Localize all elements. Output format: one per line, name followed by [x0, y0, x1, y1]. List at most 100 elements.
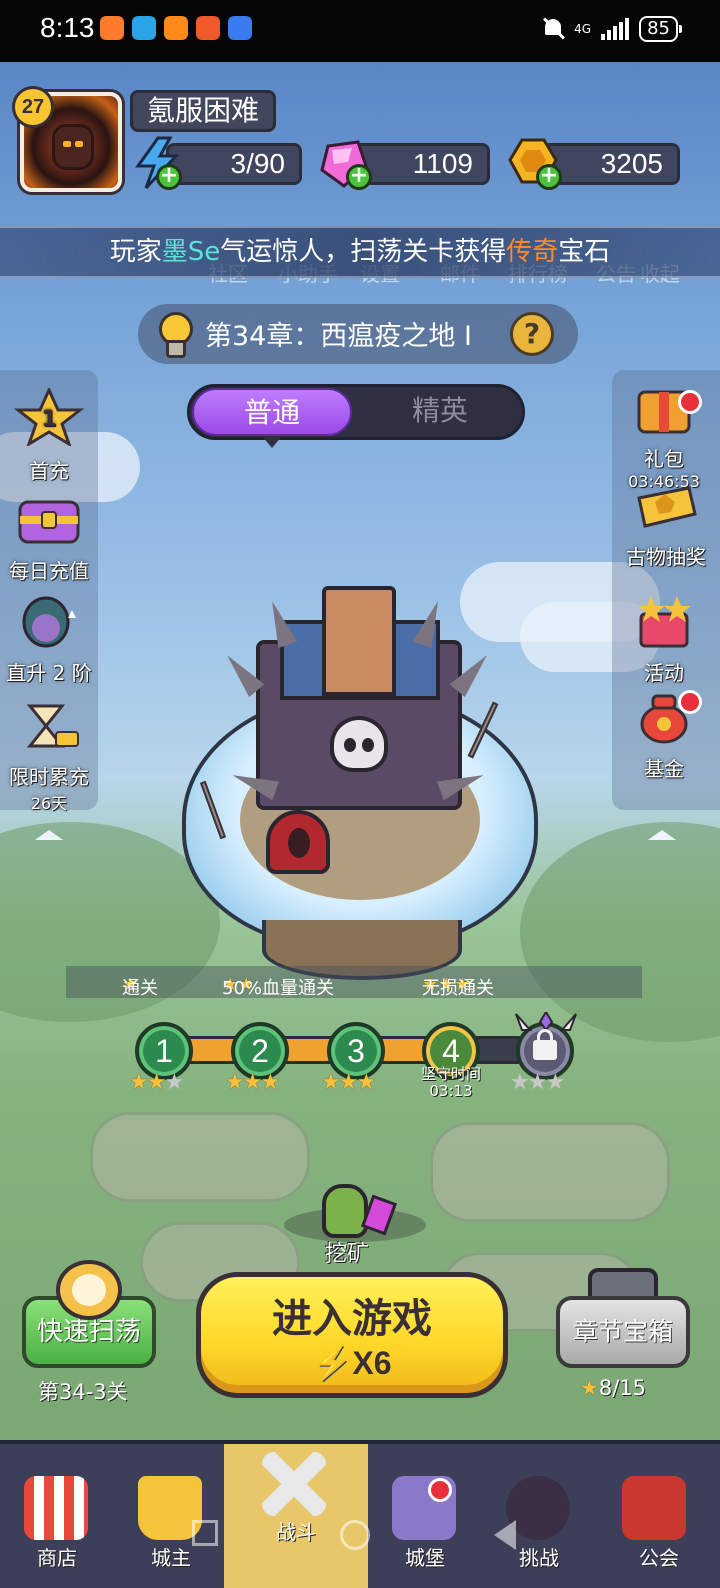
hero-portrait-icon — [22, 596, 76, 648]
player-name[interactable]: 氪服困难 — [130, 90, 277, 132]
guard-time: 03:13 — [429, 1082, 473, 1100]
guard-timer: 坚守时间 03:13 — [410, 1066, 492, 1100]
alarm-clock-icon — [56, 1260, 122, 1320]
daily-recharge-button[interactable]: 每日充值 — [2, 496, 96, 584]
broadcast-middle: 气运惊人，扫荡关卡获得 — [220, 237, 507, 267]
nav-guild-label: 公会 — [639, 1546, 679, 1570]
guild-banner-icon — [622, 1476, 686, 1540]
energy-counter: 3/90 — [166, 143, 302, 185]
back-icon[interactable] — [494, 1520, 516, 1550]
stone-tile — [430, 1122, 670, 1222]
tab-pointer — [262, 436, 282, 448]
mining-label[interactable]: 挖矿 — [325, 1236, 369, 1268]
add-gems-button[interactable]: + — [346, 164, 372, 190]
crossed-swords-icon — [262, 1452, 326, 1516]
sweep-stage-label: 第34-3关 — [38, 1380, 128, 1404]
network-type: 4G — [574, 21, 592, 36]
first-charge-button[interactable]: 1 首充 — [8, 386, 90, 484]
nav-shop[interactable]: 商店 — [0, 1444, 114, 1588]
broadcast-suffix: 宝石 — [558, 237, 611, 267]
fortress-tower — [322, 586, 396, 696]
ticket-icon — [637, 486, 697, 528]
energy-cost-value: X6 — [352, 1345, 392, 1381]
nav-battle[interactable]: 战斗 — [224, 1444, 368, 1588]
home-icon[interactable] — [340, 1520, 370, 1550]
rating-legend: ★ 通关 ★★ 50%血量通关 ★★★ 无损通关 — [66, 966, 642, 999]
lock-icon — [533, 1029, 557, 1060]
left-collapse-arrow-icon[interactable] — [35, 830, 63, 840]
nav-lord-label: 城主 — [151, 1546, 191, 1570]
status-icons: 4G 85 — [542, 16, 682, 42]
first-charge-badge: 1 — [41, 407, 56, 432]
signal-icon — [601, 18, 630, 40]
add-gold-button[interactable]: + — [536, 164, 562, 190]
avatar-face — [52, 124, 94, 170]
player-level-badge: 27 — [12, 86, 54, 128]
stone-tile — [90, 1112, 310, 1202]
shop-icon — [24, 1476, 88, 1540]
chapter-chest-button[interactable]: 章节宝箱 — [556, 1296, 690, 1368]
treasure-chest-icon — [18, 500, 80, 544]
broadcast-banner: 玩家墨Se气运惊人，扫荡关卡获得传奇宝石 — [0, 226, 720, 278]
hooded-enemy — [266, 810, 330, 874]
nav-lord[interactable]: 城主 — [114, 1444, 228, 1588]
gift-notification-dot — [678, 390, 702, 414]
right-collapse-arrow-icon[interactable] — [648, 830, 676, 840]
lightbulb-icon[interactable] — [155, 310, 193, 358]
stage-locked-stars: ★★★ — [510, 1070, 565, 1095]
first-charge-label: 首充 — [29, 459, 69, 483]
hourglass-icon — [26, 704, 79, 748]
stage-2-stars: ★★★ — [225, 1070, 280, 1095]
broadcast-prefix: 玩家 — [109, 237, 162, 267]
daily-recharge-label: 每日充值 — [9, 559, 89, 583]
star-icon: 1 — [13, 386, 85, 448]
castle-notification-dot — [428, 1478, 452, 1502]
stage-3-stars: ★★★ — [321, 1070, 376, 1095]
limited-recharge-label: 限时累充 — [9, 765, 89, 789]
broadcast-highlight: 传奇 — [506, 237, 559, 267]
nav-castle[interactable]: 城堡 — [368, 1444, 482, 1588]
help-button[interactable]: ? — [510, 312, 554, 356]
energy-cost: ⚡X6 — [196, 1344, 508, 1382]
add-energy-button[interactable]: + — [156, 164, 182, 190]
notification-app-icon — [164, 16, 188, 40]
legend-three-star: 无损通关 — [422, 978, 494, 999]
stage-progress-fill — [163, 1039, 451, 1061]
skull-emblem-icon — [330, 716, 388, 772]
recent-apps-icon[interactable] — [192, 1520, 218, 1546]
notification-app-icon — [132, 16, 156, 40]
enter-game-label: 进入游戏 — [272, 1296, 432, 1342]
broadcast-player: 墨Se — [161, 237, 221, 267]
gift-pack-label: 礼包 — [644, 447, 684, 471]
notification-app-icon — [100, 16, 124, 40]
chest-progress-value: 8/15 — [598, 1376, 646, 1400]
relic-draw-label: 古物抽奖 — [626, 545, 706, 569]
star-icon: ★ — [580, 1376, 599, 1400]
nav-challenge[interactable]: 挑战 — [482, 1444, 596, 1588]
notification-icons — [100, 16, 252, 40]
limited-recharge-button[interactable]: 限时累充 26天 — [2, 702, 96, 814]
status-time: 8:13 — [40, 12, 95, 43]
status-bar: 8:13 4G 85 — [0, 0, 720, 62]
lightning-icon: ⚡ — [312, 1345, 353, 1381]
notification-app-icon — [196, 16, 220, 40]
nav-castle-label: 城堡 — [405, 1546, 445, 1570]
gift-box-icon — [638, 596, 691, 648]
guard-label: 坚守时间 — [420, 1065, 481, 1083]
fund-notification-dot — [678, 690, 702, 714]
legend-two-star: 50%血量通关 — [222, 978, 335, 999]
upgrade-label: 直升 2 阶 — [6, 661, 92, 685]
tab-normal[interactable]: 普通 — [192, 388, 352, 436]
chest-progress: ★8/15 — [580, 1376, 646, 1400]
fund-label: 基金 — [644, 757, 684, 781]
limited-recharge-days: 26天 — [30, 794, 68, 813]
chapter-title: 第34章：西瘟疫之地 Ⅰ — [205, 321, 472, 352]
upgrade-button[interactable]: 直升 2 阶 — [2, 592, 96, 686]
battery-icon: 85 — [639, 16, 682, 42]
tab-elite[interactable]: 精英 — [360, 388, 520, 436]
activity-label: 活动 — [644, 661, 684, 685]
relic-draw-button[interactable]: 古物抽奖 — [616, 484, 716, 570]
activity-button[interactable]: 活动 — [616, 594, 712, 686]
bell-muted-icon — [542, 17, 564, 41]
nav-guild[interactable]: 公会 — [598, 1444, 720, 1588]
